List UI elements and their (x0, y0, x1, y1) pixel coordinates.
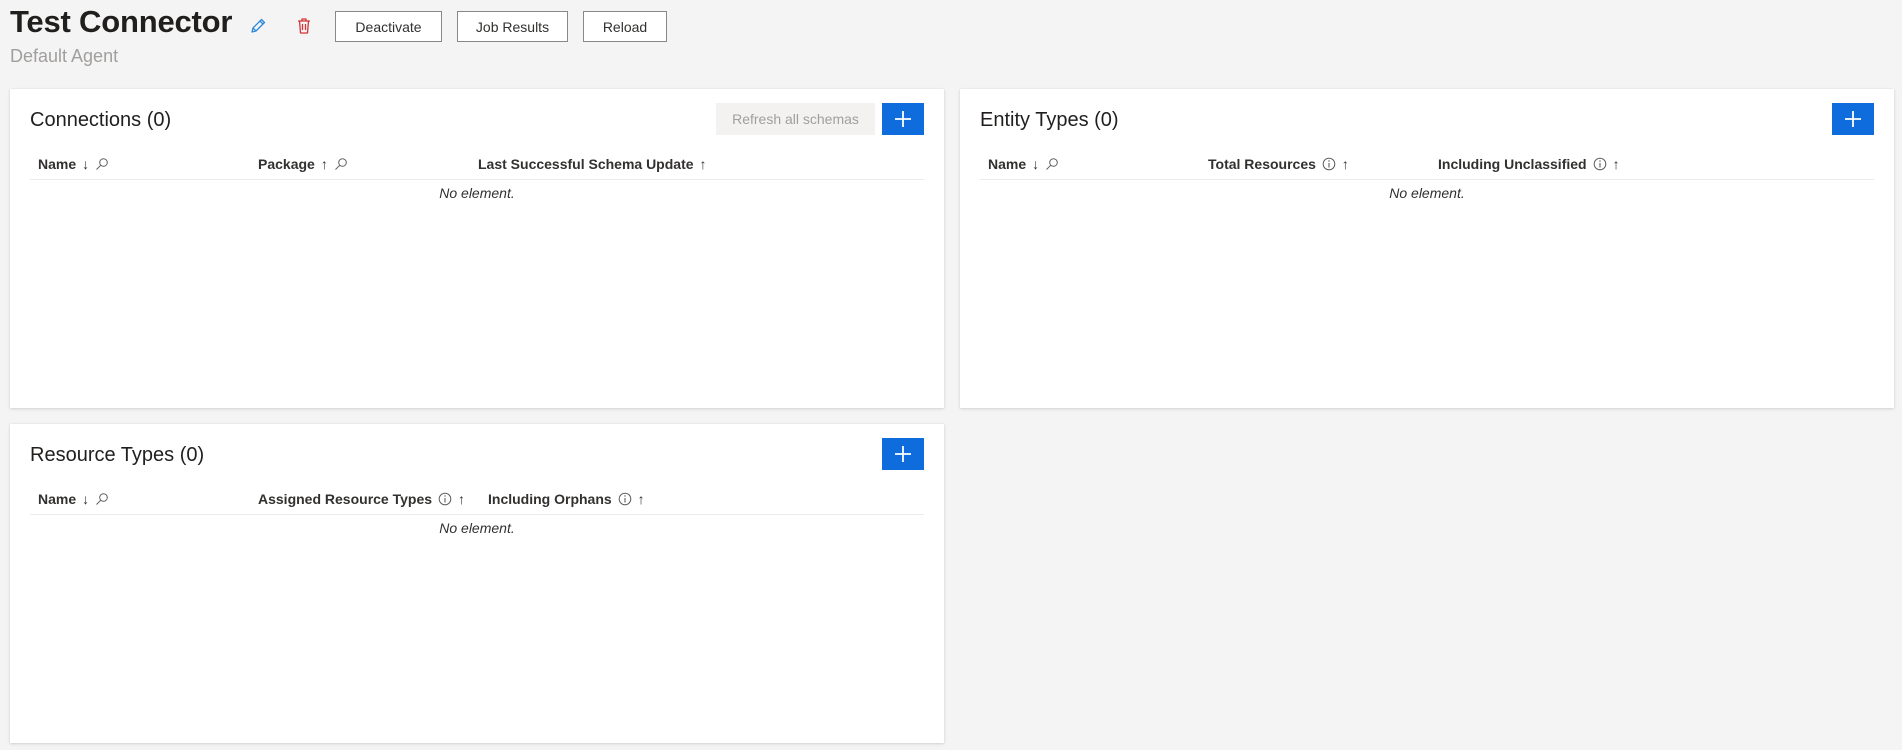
column-last-schema-update[interactable]: Last Successful Schema Update ↑ (478, 149, 707, 179)
resource-types-table-header: Name ↓ Assigned Resource Types ↑ Includi… (30, 484, 924, 515)
refresh-schemas-button[interactable]: Refresh all schemas (716, 103, 875, 135)
sort-down-icon[interactable]: ↓ (1032, 156, 1039, 172)
resource-types-card: Resource Types (0) Name ↓ Assigned Resou… (10, 424, 944, 743)
job-results-button[interactable]: Job Results (457, 11, 568, 42)
resource-types-empty-message: No element. (439, 520, 515, 536)
search-icon[interactable] (1045, 157, 1059, 171)
sort-up-icon[interactable]: ↑ (458, 491, 465, 507)
add-resource-type-button[interactable] (882, 438, 924, 470)
sort-up-icon[interactable]: ↑ (1613, 156, 1620, 172)
column-total-resources[interactable]: Total Resources ↑ (1208, 149, 1349, 179)
add-connection-button[interactable] (882, 103, 924, 135)
agent-subtitle: Default Agent (10, 46, 119, 66)
plus-icon (894, 110, 912, 128)
entity-types-table-header: Name ↓ Total Resources ↑ Including Uncla… (980, 149, 1874, 180)
column-including-unclassified[interactable]: Including Unclassified ↑ (1438, 149, 1620, 179)
sort-up-icon[interactable]: ↑ (638, 491, 645, 507)
sort-up-icon[interactable]: ↑ (1342, 156, 1349, 172)
add-entity-type-button[interactable] (1832, 103, 1874, 135)
info-icon[interactable] (438, 492, 452, 506)
entity-types-title: Entity Types (0) (980, 109, 1119, 131)
connections-table-header: Name ↓ Package ↑ Last Successful Schema … (30, 149, 924, 180)
deactivate-button[interactable]: Deactivate (335, 11, 442, 42)
search-icon[interactable] (334, 157, 348, 171)
column-including-orphans[interactable]: Including Orphans ↑ (488, 484, 645, 514)
connections-empty-message: No element. (439, 185, 515, 201)
sort-down-icon[interactable]: ↓ (82, 491, 89, 507)
column-name[interactable]: Name ↓ (38, 484, 109, 514)
trash-icon (296, 17, 312, 35)
page-header: Test Connector Deactivate Job Results Re… (10, 0, 1890, 70)
edit-button[interactable] (246, 14, 270, 38)
resource-types-title: Resource Types (0) (30, 444, 205, 466)
reload-button[interactable]: Reload (583, 11, 667, 42)
column-assigned-resource-types[interactable]: Assigned Resource Types ↑ (258, 484, 465, 514)
plus-icon (894, 445, 912, 463)
delete-button[interactable] (292, 14, 316, 38)
column-name[interactable]: Name ↓ (988, 149, 1059, 179)
sort-up-icon[interactable]: ↑ (700, 156, 707, 172)
sort-up-icon[interactable]: ↑ (321, 156, 328, 172)
column-package[interactable]: Package ↑ (258, 149, 348, 179)
search-icon[interactable] (95, 492, 109, 506)
column-name[interactable]: Name ↓ (38, 149, 109, 179)
info-icon[interactable] (1593, 157, 1607, 171)
info-icon[interactable] (1322, 157, 1336, 171)
entity-types-card: Entity Types (0) Name ↓ Total Resources … (960, 89, 1894, 408)
pencil-icon (249, 17, 267, 35)
connections-card: Connections (0) Refresh all schemas Name… (10, 89, 944, 408)
sort-down-icon[interactable]: ↓ (82, 156, 89, 172)
info-icon[interactable] (618, 492, 632, 506)
plus-icon (1844, 110, 1862, 128)
entity-types-empty-message: No element. (1389, 185, 1465, 201)
page-title: Test Connector (10, 4, 233, 39)
connections-title: Connections (0) (30, 109, 172, 131)
search-icon[interactable] (95, 157, 109, 171)
